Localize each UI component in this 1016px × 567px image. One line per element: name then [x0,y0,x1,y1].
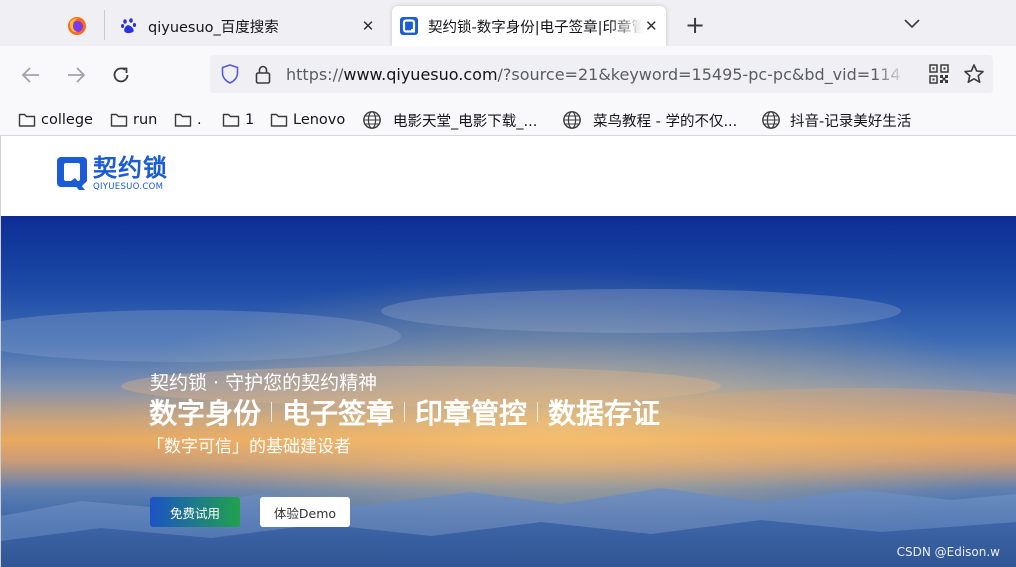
bookmark-label: run [133,112,158,128]
forward-button[interactable] [62,61,90,89]
tab-title: qiyuesuo_百度搜索 [148,19,279,36]
pinned-tab-firefox[interactable] [50,6,104,46]
bookmark-1[interactable]: 1 [222,108,254,132]
site-header: 契约锁 QIYUESUO.COM [1,136,1016,216]
bookmark-dytt[interactable]: 电影天堂_电影下载_... [362,108,537,132]
hero-title-part: 电子签章 [282,397,395,430]
tracking-protection-button[interactable] [220,64,240,84]
list-all-tabs-button[interactable] [898,10,926,38]
qiyuesuo-favicon [400,17,418,35]
arrow-left-icon [21,67,39,83]
tab-title: 契约锁-数字身份|电子签章|印章管控|数据存证 [428,19,643,36]
tab-baidu[interactable]: qiyuesuo_百度搜索 ✕ [112,6,386,46]
logo-chinese: 契约锁 [93,154,168,182]
globe-icon [762,111,780,129]
url-path: /?source=21&keyword=15495-pc-pc&bd_vid=1… [497,64,901,84]
arrow-right-icon [68,67,86,83]
reload-icon [113,67,129,83]
web-page: 契约锁 QIYUESUO.COM 契约锁 · 守护您的契约精神 数字身份 电子签… [0,136,1016,567]
url-text[interactable]: https://www.qiyuesuo.com/?source=21&keyw… [286,65,906,84]
hero-title: 数字身份 电子签章 印章管控 数据存证 [149,392,660,432]
bookmark-run[interactable]: run [110,108,157,132]
hero-subtitle: 契约锁 · 守护您的契约精神 [150,372,378,394]
bookmark-douyin[interactable]: 抖音-记录美好生活 [761,108,911,132]
back-button[interactable] [17,61,45,89]
site-info-button[interactable] [254,64,272,84]
bookmark-runoob[interactable]: 菜鸟教程 - 学的不仅... [562,108,737,132]
title-divider [537,402,539,422]
address-bar[interactable]: https://www.qiyuesuo.com/?source=21&keyw… [210,55,993,93]
logo-english: QIYUESUO.COM [93,182,164,192]
free-trial-button[interactable]: 免费试用 [150,497,240,527]
qiyuesuo-logo-icon [57,157,87,190]
bookmark-label: 1 [245,112,255,128]
lock-icon [255,65,271,84]
folder-icon [222,113,240,127]
globe-icon [363,111,381,129]
hero-tagline: 「数字可信」的基础建设者 [147,437,351,457]
bookmark-dot[interactable]: . [174,108,202,132]
reload-button[interactable] [107,61,135,89]
hero-title-part: 数据存证 [548,397,661,430]
title-divider [404,402,406,422]
folder-icon [174,113,192,127]
logo-text: 契约锁 QIYUESUO.COM [93,154,168,192]
bookmark-label: 菜鸟教程 - 学的不仅... [593,113,738,130]
shield-icon [221,64,239,84]
new-tab-button[interactable]: + [680,10,710,40]
tab-strip: qiyuesuo_百度搜索 ✕ 契约锁-数字身份|电子签章|印章管控|数据存证 … [0,0,1016,46]
bookmark-label: 抖音-记录美好生活 [790,113,912,130]
csdn-watermark: CSDN @Edison.w [896,545,1000,559]
firefox-icon [68,17,86,35]
close-tab-button[interactable]: ✕ [643,14,660,38]
navigation-toolbar: https://www.qiyuesuo.com/?source=21&keyw… [0,46,1016,104]
hero-title-part: 印章管控 [415,397,528,430]
bookmark-label: Lenovo [293,112,346,128]
site-logo[interactable]: 契约锁 QIYUESUO.COM [55,154,168,192]
bookmark-star-icon[interactable] [963,63,985,85]
chevron-down-icon [904,19,920,29]
url-scheme: https:// [286,64,344,84]
folder-icon [110,113,128,127]
tab-qiyuesuo-active[interactable]: 契约锁-数字身份|电子签章|印章管控|数据存证 ✕ [392,6,666,46]
hero-title-part: 数字身份 [149,397,262,430]
tab-separator [104,10,105,40]
bookmarks-toolbar: college run . 1 Lenovo 电影天堂_电影下载_... 菜鸟教… [0,104,1016,136]
bookmark-label: college [41,112,93,128]
folder-icon [18,113,36,127]
url-host: www.qiyuesuo.com [343,64,498,84]
baidu-paw-icon [121,18,137,34]
globe-icon [563,111,581,129]
folder-icon [270,113,288,127]
bookmark-label: . [197,112,202,128]
bookmark-lenovo[interactable]: Lenovo [270,108,345,132]
close-tab-button[interactable]: ✕ [356,14,380,38]
hero-banner: 契约锁 · 守护您的契约精神 数字身份 电子签章 印章管控 数据存证 「数字可信… [1,216,1016,567]
qr-code-icon[interactable] [929,64,949,84]
bookmark-label: 电影天堂_电影下载_... [393,113,538,130]
bookmark-college[interactable]: college [18,108,93,132]
title-divider [271,402,273,422]
demo-button[interactable]: 体验Demo [260,497,350,527]
